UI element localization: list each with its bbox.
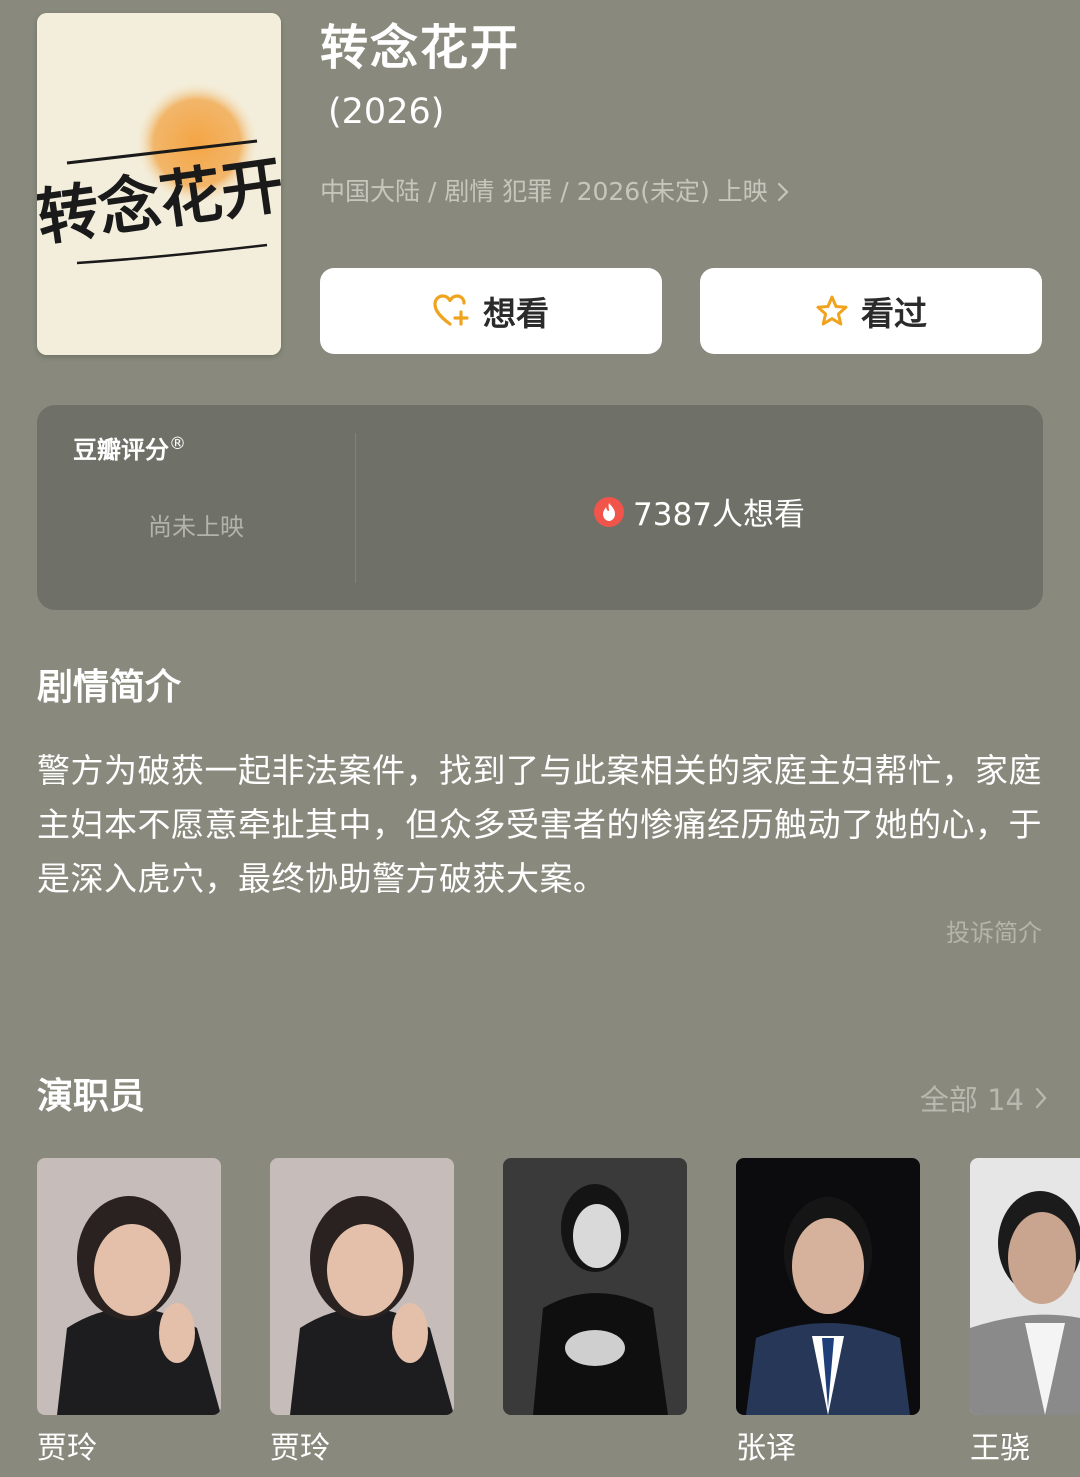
cast-photo [970, 1158, 1080, 1415]
view-all-cast-link[interactable]: 全部 14 [920, 1077, 1048, 1119]
cast-card[interactable]: 张译 [736, 1158, 920, 1469]
rating-status: 尚未上映 [148, 513, 244, 541]
cast-card[interactable]: 王骁 [970, 1158, 1080, 1469]
cast-photo [503, 1158, 687, 1415]
cast-card[interactable]: 贾玲 [270, 1158, 454, 1469]
wish-button-label: 想看 [483, 294, 549, 333]
cast-heading: 演职员 [37, 1076, 146, 1117]
synopsis-text: 警方为破获一起非法案件，找到了与此案相关的家庭主妇帮忙，家庭主妇本不愿意牵扯其中… [37, 751, 1042, 898]
rating-label: 豆瓣评分® [73, 430, 186, 465]
cast-photo [37, 1158, 221, 1415]
actor-portrait [503, 1158, 687, 1415]
wish-count-text: 7387人想看 [633, 497, 805, 533]
cast-photo [270, 1158, 454, 1415]
movie-year: (2026) [328, 92, 445, 132]
movie-poster[interactable]: 转念花开 [37, 13, 281, 355]
fire-icon [594, 496, 625, 527]
cast-name: 王骁 [970, 1431, 1030, 1466]
report-synopsis-link[interactable]: 投诉简介 [946, 913, 1042, 948]
registered-mark: ® [169, 434, 186, 454]
seen-button-label: 看过 [861, 294, 927, 333]
seen-button[interactable]: 看过 [700, 268, 1042, 354]
cast-card[interactable] [503, 1158, 687, 1429]
actor-portrait [37, 1158, 221, 1415]
poster-artwork: 转念花开 [37, 13, 281, 355]
actor-portrait [270, 1158, 454, 1415]
rating-label-text: 豆瓣评分 [73, 436, 169, 464]
cast-name: 贾玲 [270, 1431, 330, 1466]
movie-title: 转念花开 [320, 20, 521, 76]
movie-meta[interactable]: 中国大陆 / 剧情 犯罪 / 2026(未定) 上映 [320, 172, 790, 212]
rating-card[interactable]: 豆瓣评分® 尚未上映 7387人想看 [37, 405, 1043, 610]
actor-portrait [970, 1158, 1080, 1415]
synopsis-heading: 剧情简介 [37, 667, 182, 708]
cast-card[interactable]: 贾玲 [37, 1158, 221, 1469]
movie-meta-text: 中国大陆 / 剧情 犯罪 / 2026(未定) 上映 [320, 177, 768, 206]
cast-name: 贾玲 [37, 1431, 97, 1466]
view-all-label: 全部 14 [919, 1083, 1024, 1117]
cast-photo [736, 1158, 920, 1415]
chevron-right-icon [1035, 1087, 1047, 1109]
star-icon [816, 295, 848, 326]
heart-plus-icon [433, 294, 469, 326]
actor-portrait [736, 1158, 920, 1415]
cast-name: 张译 [736, 1431, 796, 1466]
wish-count[interactable]: 7387人想看 [355, 489, 1043, 534]
chevron-right-icon [777, 182, 789, 202]
wish-button[interactable]: 想看 [320, 268, 662, 354]
